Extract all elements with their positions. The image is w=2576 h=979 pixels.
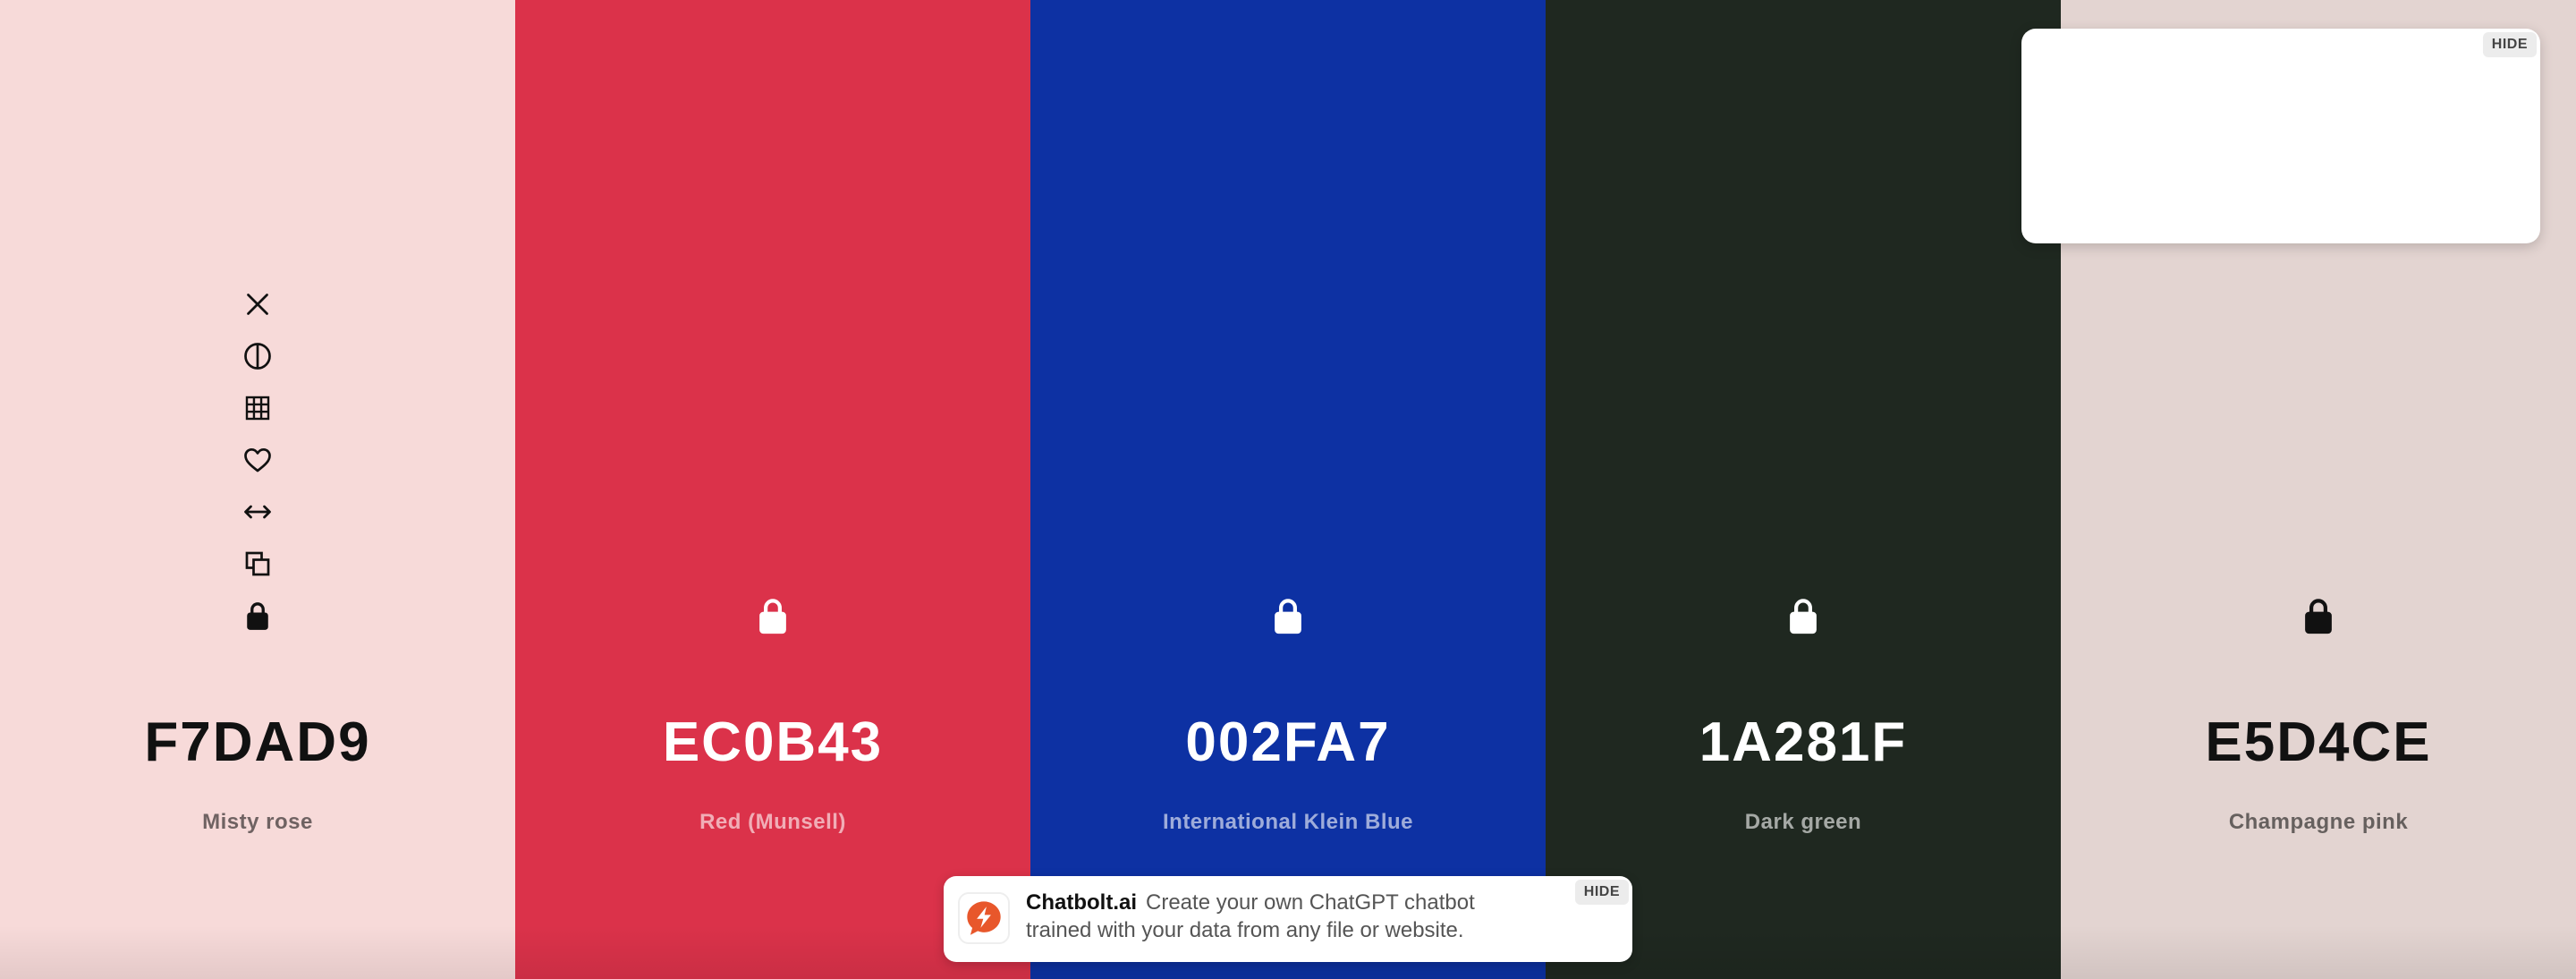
- lock-icon[interactable]: [2300, 595, 2337, 636]
- swatch-3[interactable]: 002FA7 International Klein Blue: [1030, 0, 1546, 979]
- hex-code[interactable]: EC0B43: [515, 705, 1030, 780]
- color-name[interactable]: Dark green: [1546, 807, 2061, 838]
- arrows-horizontal-icon[interactable]: [240, 494, 275, 530]
- color-name[interactable]: Misty rose: [0, 807, 515, 838]
- contrast-icon[interactable]: [240, 338, 275, 374]
- color-name[interactable]: Red (Munsell): [515, 807, 1030, 838]
- hex-code[interactable]: F7DAD9: [0, 705, 515, 780]
- hide-banner-button[interactable]: HIDE: [1574, 880, 1629, 905]
- copy-icon[interactable]: [240, 546, 275, 582]
- lock-icon[interactable]: [240, 598, 275, 634]
- swatch-4[interactable]: 1A281F Dark green: [1546, 0, 2061, 979]
- banner-text: Chatbolt.ai Create your own ChatGPT chatb…: [1026, 889, 1545, 944]
- hex-code[interactable]: E5D4CE: [2061, 705, 2576, 780]
- swatch-toolbar: [0, 286, 515, 650]
- lock-icon[interactable]: [754, 595, 792, 636]
- lightning-chat-icon: [958, 892, 1010, 944]
- grid-icon[interactable]: [240, 390, 275, 426]
- ad-box: HIDE: [2021, 29, 2540, 243]
- lock-icon[interactable]: [1269, 595, 1307, 636]
- hide-ad-button[interactable]: HIDE: [2482, 32, 2537, 57]
- banner-brand: Chatbolt.ai: [1026, 890, 1137, 915]
- heart-icon[interactable]: [240, 442, 275, 478]
- chatbolt-banner[interactable]: Chatbolt.ai Create your own ChatGPT chatb…: [944, 876, 1632, 962]
- color-name[interactable]: International Klein Blue: [1030, 807, 1546, 838]
- hex-code[interactable]: 1A281F: [1546, 705, 2061, 780]
- close-icon[interactable]: [240, 286, 275, 322]
- lock-icon[interactable]: [1784, 595, 1822, 636]
- hex-code[interactable]: 002FA7: [1030, 705, 1546, 780]
- bottom-shade: [0, 925, 515, 979]
- color-name[interactable]: Champagne pink: [2061, 807, 2576, 838]
- swatch-2[interactable]: EC0B43 Red (Munsell): [515, 0, 1030, 979]
- swatch-1[interactable]: F7DAD9 Misty rose: [0, 0, 515, 979]
- bottom-shade: [2061, 925, 2576, 979]
